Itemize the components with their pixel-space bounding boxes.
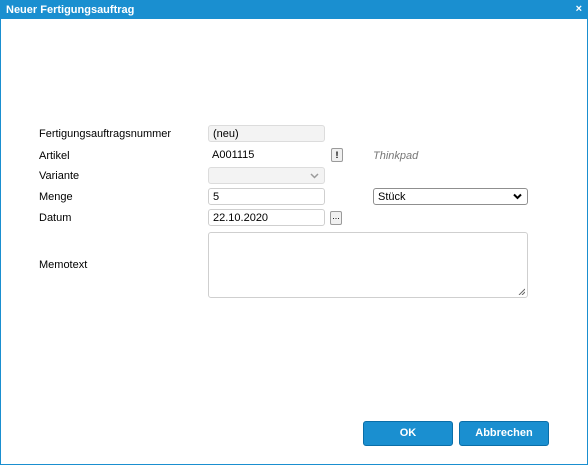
dialog-title: Neuer Fertigungsauftrag	[6, 4, 135, 16]
ok-button[interactable]: OK	[363, 421, 453, 446]
memo-label: Memotext	[39, 259, 88, 271]
close-icon[interactable]: ×	[576, 3, 582, 15]
variant-label: Variante	[39, 170, 80, 182]
memo-textarea[interactable]	[208, 232, 528, 298]
date-picker-button[interactable]: ...	[330, 211, 342, 225]
quantity-field[interactable]: 5	[208, 188, 325, 205]
date-field[interactable]: 22.10.2020	[208, 209, 325, 226]
unit-dropdown[interactable]: Stück	[373, 188, 528, 205]
order-number-field: (neu)	[208, 125, 325, 142]
quantity-label: Menge	[39, 191, 73, 203]
order-number-label: Fertigungsauftragsnummer	[39, 128, 172, 140]
article-lookup-button[interactable]: !	[331, 148, 343, 162]
chevron-down-icon	[513, 193, 522, 200]
article-label: Artikel	[39, 150, 70, 162]
article-field[interactable]: A001115	[208, 147, 325, 164]
cancel-button[interactable]: Abbrechen	[459, 421, 549, 446]
chevron-down-icon	[310, 173, 319, 179]
variant-dropdown[interactable]	[208, 167, 325, 184]
date-label: Datum	[39, 212, 72, 224]
dialog-window: Neuer Fertigungsauftrag × Fertigungsauft…	[0, 0, 588, 465]
unit-value: Stück	[378, 191, 406, 203]
title-bar: Neuer Fertigungsauftrag ×	[1, 1, 587, 19]
article-description: Thinkpad	[373, 150, 419, 162]
resize-grip-icon[interactable]	[518, 288, 525, 295]
